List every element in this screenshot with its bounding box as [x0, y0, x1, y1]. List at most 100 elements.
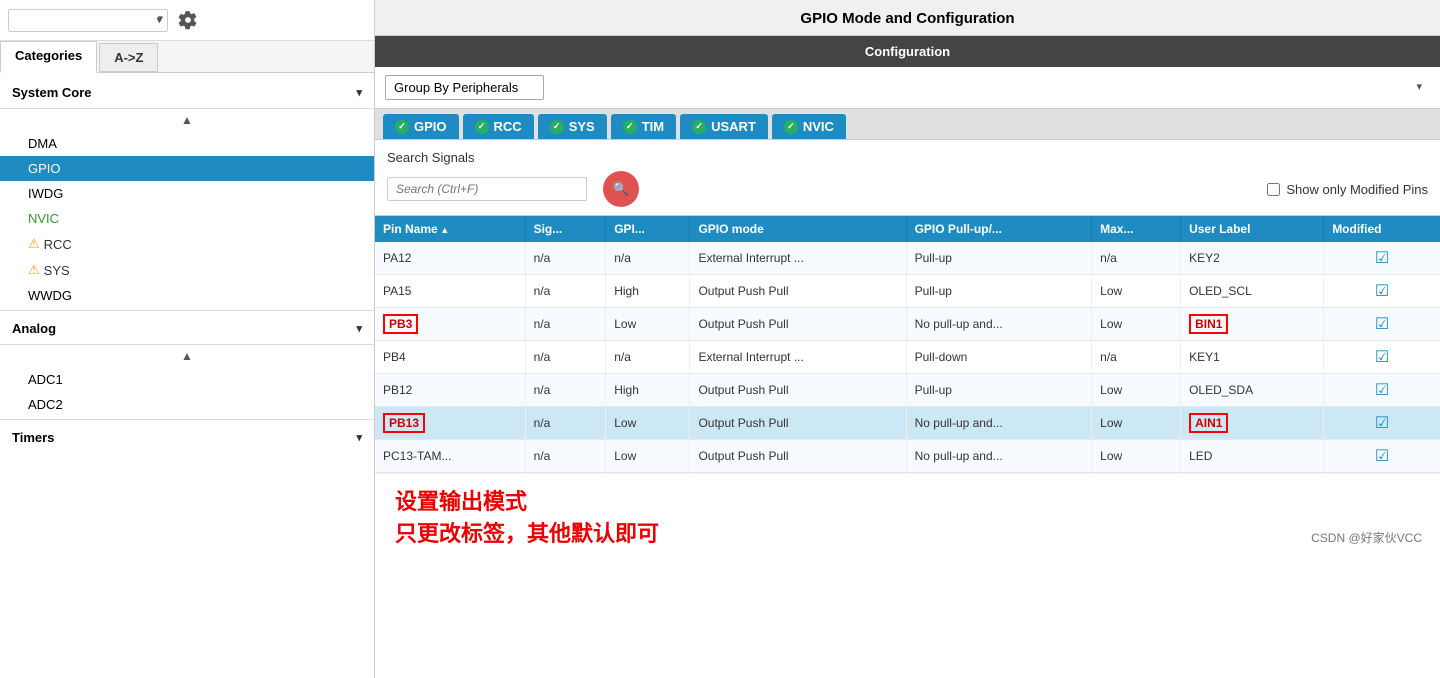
table-row[interactable]: PB4n/an/aExternal Interrupt ...Pull-down… [375, 341, 1440, 374]
cell-modified: ☑ [1324, 341, 1440, 374]
sidebar-search-dropdown-wrap: ▾ [8, 9, 168, 32]
table-row[interactable]: PB12n/aHighOutput Push PullPull-upLowOLE… [375, 374, 1440, 407]
col-max[interactable]: Max... [1092, 216, 1181, 242]
cell-max: Low [1092, 308, 1181, 341]
sidebar-item-rcc[interactable]: ⚠ RCC [0, 231, 374, 257]
tab-rcc[interactable]: ✓ RCC [463, 114, 534, 139]
col-pull[interactable]: GPIO Pull-up/... [906, 216, 1092, 242]
check-icon: ☑ [1375, 448, 1389, 465]
cell-max: Low [1092, 275, 1181, 308]
cell-label: OLED_SCL [1181, 275, 1324, 308]
tab-tim[interactable]: ✓ TIM [611, 114, 676, 139]
check-circle-gpio: ✓ [395, 120, 409, 134]
cell-pin: PA15 [375, 275, 525, 308]
check-icon: ☑ [1375, 382, 1389, 399]
search-magnifier-button[interactable]: 🔍 [603, 171, 639, 207]
cell-sig: n/a [525, 242, 606, 275]
sidebar-item-dma[interactable]: DMA [0, 131, 374, 156]
check-icon: ☑ [1375, 415, 1389, 432]
sidebar-group-timers: Timers ▾ [0, 422, 374, 451]
sidebar-group-analog-label: Analog [12, 321, 56, 336]
col-gpi[interactable]: GPI... [606, 216, 690, 242]
tab-gpio[interactable]: ✓ GPIO [383, 114, 459, 139]
col-gpio-mode[interactable]: GPIO mode [690, 216, 906, 242]
tab-sys[interactable]: ✓ SYS [538, 114, 607, 139]
cell-modified: ☑ [1324, 374, 1440, 407]
sidebar-search-input[interactable] [8, 9, 168, 32]
cell-gpi: n/a [606, 341, 690, 374]
annotation-line2: 只更改标签，其他默认即可 [395, 516, 1420, 548]
cell-gpi: Low [606, 407, 690, 440]
chevron-down-icon-timers: ▾ [356, 431, 362, 444]
main-area: GPIO Mode and Configuration Configuratio… [375, 0, 1440, 678]
sidebar-item-nvic[interactable]: NVIC [0, 206, 374, 231]
tab-atoz[interactable]: A->Z [99, 43, 158, 72]
sidebar: ▾ Categories A->Z System Core ▾ ▲ DMA GP… [0, 0, 375, 678]
sidebar-group-label: System Core [12, 85, 91, 100]
cell-pin: PB3 [375, 308, 525, 341]
check-circle-sys: ✓ [550, 120, 564, 134]
col-user-label[interactable]: User Label [1181, 216, 1324, 242]
sidebar-group-analog: Analog ▾ ▲ ADC1 ADC2 [0, 313, 374, 417]
check-circle-usart: ✓ [692, 120, 706, 134]
col-sig[interactable]: Sig... [525, 216, 606, 242]
show-modified-checkbox[interactable] [1267, 183, 1280, 196]
check-icon: ☑ [1375, 250, 1389, 267]
sidebar-item-wwdg[interactable]: WWDG [0, 283, 374, 308]
scroll-up-arrow-analog[interactable]: ▲ [0, 347, 374, 367]
table-row[interactable]: PB3n/aLowOutput Push PullNo pull-up and.… [375, 308, 1440, 341]
main-content: Configuration Group By Peripherals ✓ GPI… [375, 36, 1440, 678]
sidebar-item-gpio[interactable]: GPIO [0, 156, 374, 181]
cell-gpi: High [606, 275, 690, 308]
sidebar-item-adc1[interactable]: ADC1 [0, 367, 374, 392]
gpio-table: Pin Name Sig... GPI... GPIO mode GPIO Pu… [375, 216, 1440, 473]
search-signals-input[interactable] [387, 177, 587, 201]
annotation-area: 设置输出模式 只更改标签，其他默认即可 CSDN @好家伙VCC [375, 473, 1440, 558]
cell-pin: PB13 [375, 407, 525, 440]
tab-categories[interactable]: Categories [0, 41, 97, 73]
table-row[interactable]: PA15n/aHighOutput Push PullPull-upLowOLE… [375, 275, 1440, 308]
col-modified[interactable]: Modified [1324, 216, 1440, 242]
cell-pin: PC13-TAM... [375, 440, 525, 473]
cell-sig: n/a [525, 275, 606, 308]
peripheral-tabs: ✓ GPIO ✓ RCC ✓ SYS ✓ TIM ✓ USART ✓ NVIC [375, 109, 1440, 140]
sidebar-item-adc2[interactable]: ADC2 [0, 392, 374, 417]
cell-label: KEY2 [1181, 242, 1324, 275]
cell-pull: Pull-up [906, 242, 1092, 275]
scroll-up-arrow[interactable]: ▲ [0, 111, 374, 131]
cell-pull: Pull-down [906, 341, 1092, 374]
search-row: 🔍 Show only Modified Pins [387, 171, 1428, 207]
group-by-dropdown[interactable]: Group By Peripherals [385, 75, 544, 100]
table-row[interactable]: PB13n/aLowOutput Push PullNo pull-up and… [375, 407, 1440, 440]
sidebar-item-sys[interactable]: ⚠ SYS [0, 257, 374, 283]
cell-max: n/a [1092, 242, 1181, 275]
cell-modified: ☑ [1324, 308, 1440, 341]
cell-label: BIN1 [1181, 308, 1324, 341]
cell-gpi: Low [606, 440, 690, 473]
sidebar-group-header-timers[interactable]: Timers ▾ [0, 422, 374, 451]
sidebar-item-iwdg[interactable]: IWDG [0, 181, 374, 206]
cell-max: Low [1092, 374, 1181, 407]
search-icon: 🔍 [613, 181, 629, 197]
warning-icon-sys: ⚠ [28, 262, 40, 278]
search-signals-area: Search Signals 🔍 Show only Modified Pins [375, 140, 1440, 215]
main-title: GPIO Mode and Configuration [375, 0, 1440, 36]
gear-button[interactable] [174, 6, 202, 34]
cell-modified: ☑ [1324, 275, 1440, 308]
cell-label: LED [1181, 440, 1324, 473]
cell-mode: External Interrupt ... [690, 341, 906, 374]
table-row[interactable]: PA12n/an/aExternal Interrupt ...Pull-upn… [375, 242, 1440, 275]
chevron-down-icon-analog: ▾ [356, 322, 362, 335]
tab-nvic[interactable]: ✓ NVIC [772, 114, 846, 139]
cell-gpi: Low [606, 308, 690, 341]
col-pin-name[interactable]: Pin Name [375, 216, 525, 242]
group-by-dropdown-wrap: Group By Peripherals [385, 75, 1430, 100]
cell-label: AIN1 [1181, 407, 1324, 440]
table-row[interactable]: PC13-TAM...n/aLowOutput Push PullNo pull… [375, 440, 1440, 473]
sidebar-group-header-analog[interactable]: Analog ▾ [0, 313, 374, 342]
cell-mode: Output Push Pull [690, 275, 906, 308]
show-modified-label: Show only Modified Pins [1286, 182, 1428, 197]
sidebar-group-header-system-core[interactable]: System Core ▾ [0, 77, 374, 106]
config-header: Configuration [375, 36, 1440, 67]
tab-usart[interactable]: ✓ USART [680, 114, 768, 139]
